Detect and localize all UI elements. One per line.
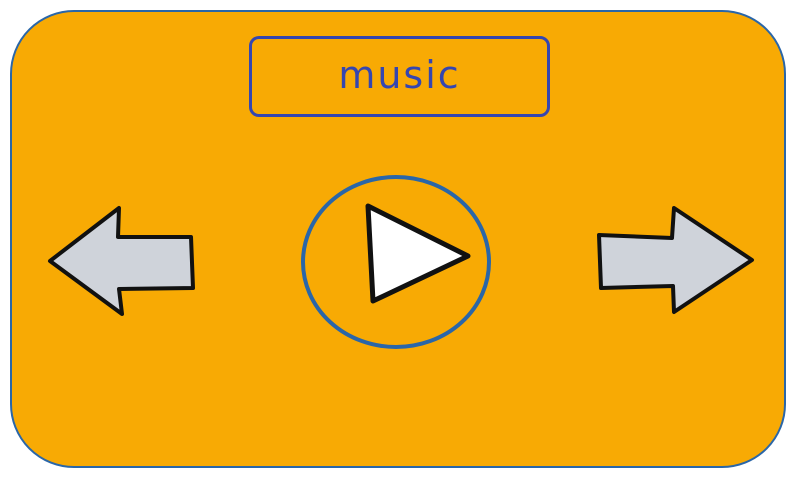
play-icon [301,175,491,349]
music-player-wireframe: music [0,0,800,480]
player-title: music [338,52,461,97]
next-button[interactable] [594,204,756,316]
title-box: music [249,36,550,117]
play-button[interactable] [298,173,494,351]
previous-button[interactable] [46,204,196,318]
arrow-right-icon [597,206,754,314]
arrow-left-icon [48,206,195,316]
